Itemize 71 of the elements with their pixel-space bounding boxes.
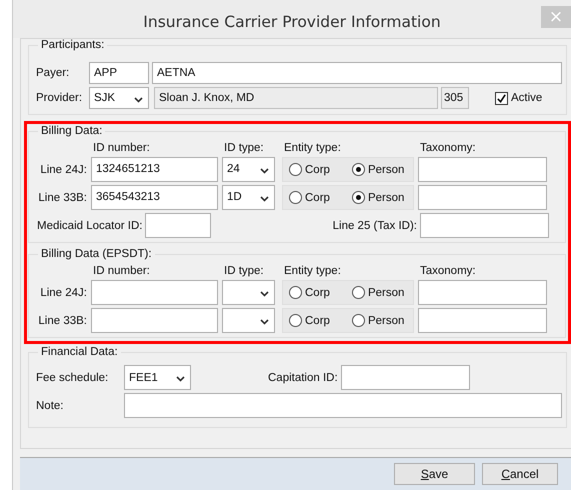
column-header: Entity type: xyxy=(283,142,342,154)
radio-button[interactable] xyxy=(352,314,365,327)
input-field[interactable]: 1324651213 xyxy=(91,157,218,182)
dropdown[interactable] xyxy=(222,280,275,305)
chevron-icon xyxy=(260,168,269,174)
column-header: Taxonomy: xyxy=(419,142,477,154)
radio-button[interactable] xyxy=(289,191,302,204)
radio-button[interactable] xyxy=(352,286,365,299)
window-title: Insurance Carrier Provider Information xyxy=(143,13,441,31)
radio-label: Person xyxy=(368,164,404,176)
field-label: Line 25 (Tax ID): xyxy=(332,220,417,232)
radio-button[interactable] xyxy=(352,191,365,204)
field-label: Payer: xyxy=(36,67,70,79)
radio-label: Corp xyxy=(305,314,330,326)
column-header: Taxonomy: xyxy=(419,265,477,277)
dropdown[interactable]: FEE1 xyxy=(124,365,191,390)
radio-label: Corp xyxy=(305,164,330,176)
row-label: Line 33B: xyxy=(37,314,87,326)
dropdown[interactable] xyxy=(222,308,275,333)
input-field[interactable]: AETNA xyxy=(152,62,562,84)
column-header: Entity type: xyxy=(283,265,342,277)
column-header: ID number: xyxy=(92,265,151,277)
input-field[interactable] xyxy=(420,213,549,238)
field-label: Capitation ID: xyxy=(268,372,338,384)
dialog-button[interactable]: Cancel xyxy=(482,463,558,485)
dropdown[interactable]: 1D xyxy=(222,185,275,210)
section-title: Billing Data: xyxy=(38,125,106,138)
section-title: Billing Data (EPSDT): xyxy=(38,248,155,261)
dropdown[interactable]: SJK xyxy=(89,87,149,109)
radio-button[interactable] xyxy=(352,163,365,176)
input-field[interactable] xyxy=(418,308,547,333)
chevron-icon xyxy=(260,319,269,325)
checkbox-label: Active xyxy=(511,92,542,104)
radio-label: Person xyxy=(368,314,404,326)
row-label: Line 33B: xyxy=(37,192,87,204)
field-label: Fee schedule: xyxy=(36,372,110,384)
chevron-icon xyxy=(260,196,269,202)
radio-button[interactable] xyxy=(289,314,302,327)
input-field[interactable] xyxy=(124,393,562,418)
input-field[interactable] xyxy=(145,213,212,238)
dropdown[interactable]: 24 xyxy=(222,157,275,182)
radio-label: Corp xyxy=(305,192,330,204)
input-field[interactable]: 3654543213 xyxy=(91,185,218,210)
column-header: ID number: xyxy=(92,142,151,154)
radio-label: Person xyxy=(368,192,404,204)
input-field[interactable] xyxy=(418,280,547,305)
readonly-field[interactable]: 305 xyxy=(441,87,469,109)
section-title: Participants: xyxy=(38,39,108,52)
field-label: Note: xyxy=(36,400,64,412)
input-field[interactable] xyxy=(418,185,547,210)
row-label: Line 24J: xyxy=(39,286,87,298)
column-header: ID type: xyxy=(223,265,265,277)
readonly-field[interactable]: Sloan J. Knox, MD xyxy=(154,87,438,109)
chevron-icon xyxy=(134,96,143,102)
field-label: Medicaid Locator ID: xyxy=(37,220,142,232)
chevron-icon xyxy=(176,376,185,382)
radio-label: Corp xyxy=(305,286,330,298)
input-field[interactable] xyxy=(91,280,218,305)
radio-button[interactable] xyxy=(289,286,302,299)
input-field[interactable] xyxy=(418,157,547,182)
input-field[interactable]: APP xyxy=(89,62,149,84)
input-field[interactable] xyxy=(91,308,218,333)
field-label: Provider: xyxy=(36,92,84,104)
dialog-button[interactable]: Save xyxy=(394,463,475,485)
chevron-icon xyxy=(260,291,269,297)
checkbox[interactable] xyxy=(495,92,508,104)
column-header: ID type: xyxy=(223,142,265,154)
input-field[interactable] xyxy=(340,365,470,390)
radio-label: Person xyxy=(368,286,404,298)
radio-button[interactable] xyxy=(289,163,302,176)
row-label: Line 24J: xyxy=(39,164,87,176)
